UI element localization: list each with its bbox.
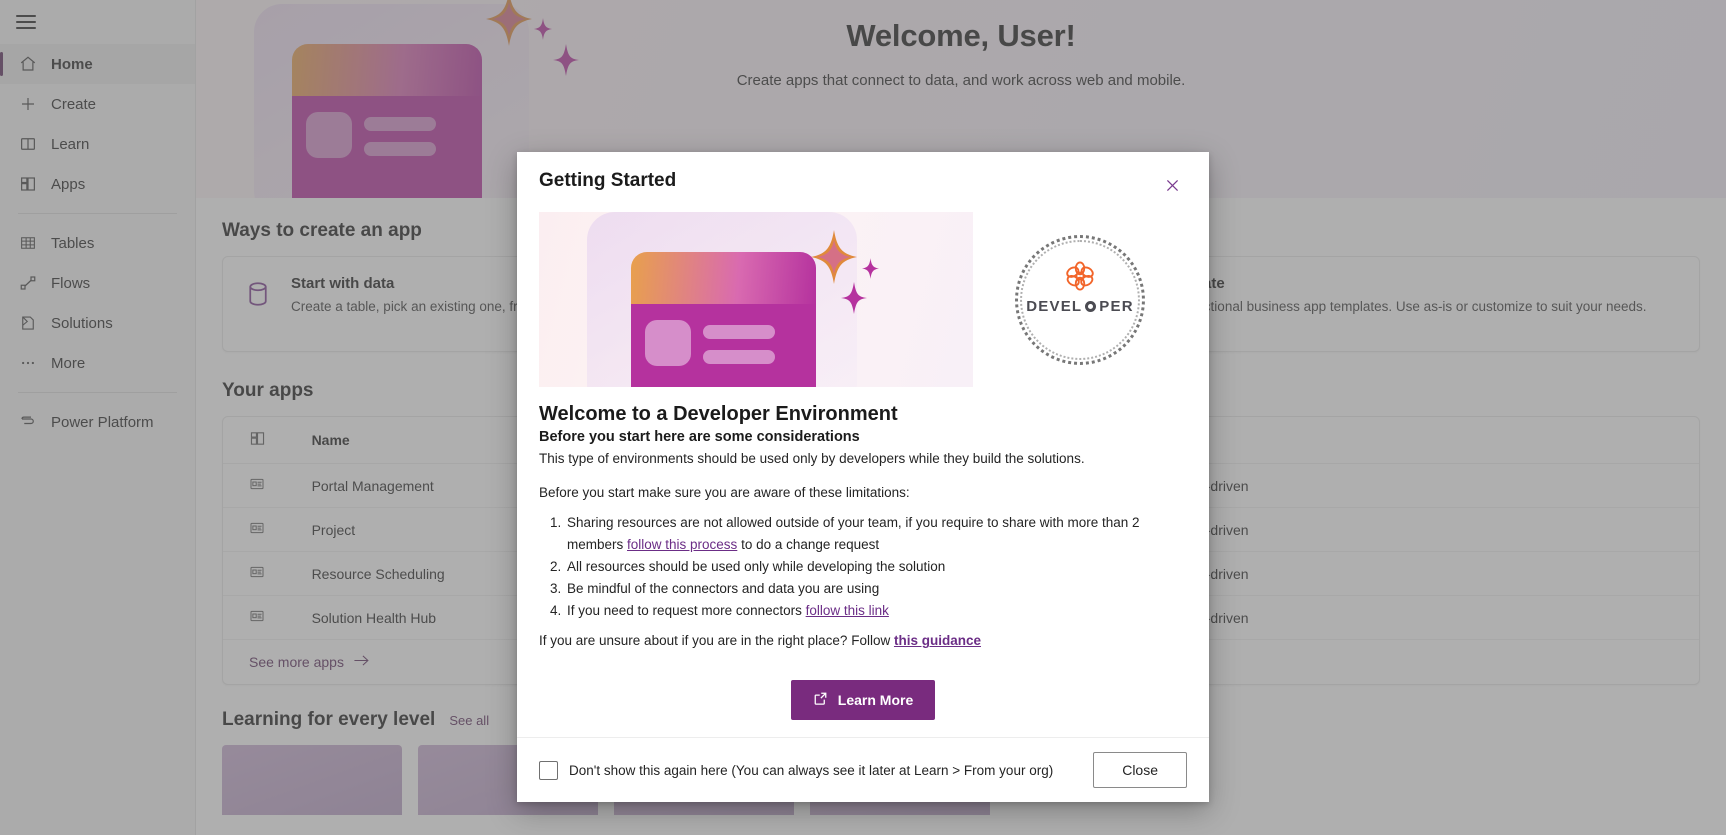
follow-this-process-link[interactable]: follow this process [627, 537, 737, 552]
sidebar-item-label: Apps [51, 175, 86, 193]
sidebar-item-flows[interactable]: Flows [0, 263, 195, 303]
dialog-paragraph-1: This type of environments should be used… [539, 451, 1085, 466]
external-link-icon [813, 691, 828, 709]
row-type: Model-driven [1167, 551, 1699, 596]
dont-show-again-checkbox[interactable] [539, 760, 558, 780]
see-more-apps-label: See more apps [249, 654, 344, 670]
arrow-right-icon [353, 654, 370, 670]
list-item: If you need to request more connectors f… [565, 600, 1187, 622]
model-driven-icon [249, 476, 265, 492]
sparkle-icon [841, 282, 867, 314]
this-guidance-link[interactable]: this guidance [894, 633, 981, 648]
model-driven-icon [249, 608, 265, 624]
apps-grid-icon [249, 430, 266, 447]
dialog-banner: DEVEL PER [539, 212, 1187, 387]
book-icon [18, 134, 38, 154]
row-type: Model-driven [1167, 463, 1699, 508]
sidebar-item-create[interactable]: Create [0, 84, 195, 124]
dialog-subheading: Before you start here are some considera… [539, 429, 860, 445]
badge-o-circle [1085, 300, 1097, 312]
learn-more-button[interactable]: Learn More [790, 680, 936, 721]
row-icon-cell [223, 595, 312, 640]
hamburger-icon [16, 15, 36, 29]
list-item-text-after: to do a change request [737, 536, 880, 552]
column-header-type[interactable]: Type [1167, 417, 1699, 464]
table-icon [18, 233, 38, 253]
dont-show-again-label: Don't show this again here (You can alwa… [569, 762, 1054, 778]
page-subtitle: Create apps that connect to data, and wo… [736, 72, 1186, 89]
sidebar-item-label: Home [51, 55, 93, 73]
plus-icon [18, 94, 38, 114]
row-type: Model-driven [1167, 507, 1699, 552]
learn-more-label: Learn More [837, 692, 914, 709]
power-platform-icon [18, 412, 38, 432]
sidebar-divider [18, 392, 177, 393]
badge-text-before: DEVEL [1026, 297, 1083, 315]
follow-this-link-link[interactable]: follow this link [806, 603, 889, 618]
limitations-list: Sharing resources are not allowed outsid… [565, 512, 1187, 621]
sidebar-item-label: Flows [51, 274, 91, 292]
sidebar-item-learn[interactable]: Learn [0, 124, 195, 164]
list-item-text: Be mindful of the connectors and data yo… [567, 580, 880, 596]
row-icon-cell [223, 507, 312, 552]
dont-show-again-checkbox-row[interactable]: Don't show this again here (You can alwa… [539, 760, 1054, 780]
sidebar-item-label: Create [51, 95, 97, 113]
developer-badge-word: DEVEL PER [1015, 298, 1145, 315]
apps-grid-icon [18, 174, 38, 194]
close-button[interactable]: Close [1093, 752, 1187, 788]
dialog-body: DEVEL PER Welcome to a Developer Environ… [517, 210, 1209, 737]
sidebar-divider [18, 213, 177, 214]
sidebar-item-home[interactable]: Home [0, 44, 195, 84]
dialog-header: Getting Started [517, 152, 1209, 210]
final-text: If you are unsure about if you are in th… [539, 633, 894, 649]
model-driven-icon [249, 520, 265, 536]
sidebar-item-power-platform[interactable]: Power Platform [0, 402, 195, 442]
sidebar-item-label: Learn [51, 135, 90, 153]
list-item: All resources should be used only while … [565, 556, 1187, 578]
close-icon[interactable] [1157, 170, 1187, 200]
getting-started-dialog: Getting Started DEVEL PER Welcome to a D… [517, 152, 1209, 802]
list-item-text: If you need to request more connectors [567, 602, 806, 618]
database-icon [243, 275, 275, 314]
badge-text-after: PER [1099, 297, 1134, 315]
row-icon-cell [223, 463, 312, 508]
banner-illustration [579, 212, 919, 387]
menu-toggle[interactable] [0, 0, 195, 44]
sidebar-item-label: Tables [51, 234, 95, 252]
dialog-footer: Don't show this again here (You can alwa… [517, 737, 1209, 802]
flow-icon [18, 273, 38, 293]
row-icon-cell [223, 551, 312, 596]
sidebar-item-more[interactable]: More [0, 343, 195, 383]
sidebar-item-label: More [51, 354, 86, 372]
see-all-link[interactable]: See all [449, 713, 489, 728]
learn-more-row: Learn More [539, 680, 1187, 721]
sidebar-item-label: Solutions [51, 314, 113, 332]
learning-section-title: Learning for every level [222, 709, 436, 730]
sidebar-item-label: Power Platform [51, 413, 154, 431]
home-icon [18, 54, 38, 74]
sparkle-icon [862, 258, 879, 279]
dialog-heading: Welcome to a Developer Environment [539, 403, 898, 425]
row-type: Model-driven [1167, 595, 1699, 640]
sparkle-icon [811, 230, 857, 284]
sidebar-item-apps[interactable]: Apps [0, 164, 195, 204]
sidebar-item-solutions[interactable]: Solutions [0, 303, 195, 343]
list-item-text: All resources should be used only while … [567, 558, 946, 574]
list-item: Sharing resources are not allowed outsid… [565, 512, 1187, 556]
page-title: Welcome, User! [846, 18, 1076, 53]
solutions-icon [18, 313, 38, 333]
learning-tile[interactable] [222, 745, 402, 815]
developer-badge: DEVEL PER [973, 212, 1187, 387]
table-header-icon-cell [223, 417, 312, 464]
flower-icon [1063, 259, 1097, 298]
ellipsis-icon [18, 353, 38, 373]
dialog-paragraph-2: Before you start make sure you are aware… [539, 484, 910, 500]
model-driven-icon [249, 564, 265, 580]
sidebar-item-tables[interactable]: Tables [0, 223, 195, 263]
dialog-title: Getting Started [539, 170, 677, 191]
list-item: Be mindful of the connectors and data yo… [565, 578, 1187, 600]
dialog-final-line: If you are unsure about if you are in th… [539, 633, 1187, 648]
sidebar: Home Create Learn Apps Tables Flows Solu… [0, 0, 196, 835]
